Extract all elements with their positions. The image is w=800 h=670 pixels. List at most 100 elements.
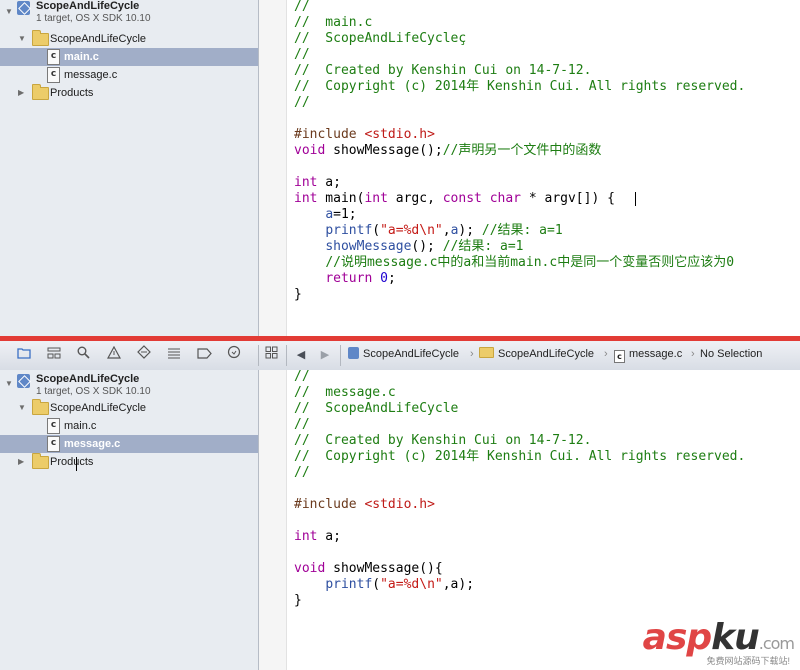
disclosure-right-icon[interactable]: ▶ (18, 453, 24, 471)
folder-icon[interactable] (15, 345, 33, 365)
code-token: printf (325, 577, 373, 592)
project-root-row[interactable]: ▼ ScopeAndLifeCycle 1 target, OS X SDK 1… (0, 0, 258, 30)
code-token: , (442, 223, 451, 238)
breadcrumb-selection[interactable]: No Selection (700, 341, 762, 370)
disclosure-down-icon[interactable]: ▼ (18, 30, 26, 48)
code-line[interactable]: // ScopeAndLifeCycle (294, 401, 745, 417)
warning-icon[interactable] (105, 345, 123, 365)
code-token: //结果: a=1 (442, 239, 524, 254)
code-line[interactable]: // (294, 417, 745, 433)
code-line[interactable]: int a; (294, 529, 745, 545)
forward-arrow-icon[interactable]: ▶ (316, 345, 334, 365)
code-line[interactable]: // Created by Kenshin Cui on 14-7-12. (294, 433, 745, 449)
file-row-message-c[interactable]: c message.c (0, 66, 258, 84)
list-icon[interactable] (165, 345, 183, 365)
code-token: // main.c (294, 15, 373, 30)
breadcrumb-project[interactable]: ScopeAndLifeCycle (348, 341, 459, 370)
hierarchy-icon[interactable] (45, 345, 63, 365)
code-line[interactable]: // ScopeAndLifeCycleç (294, 31, 745, 47)
code-line[interactable] (294, 111, 745, 127)
text-cursor (635, 192, 643, 206)
code-line[interactable]: #include <stdio.h> (294, 127, 745, 143)
code-line[interactable]: //说明message.c中的a和当前main.c中是同一个变量否则它应该为0 (294, 255, 745, 271)
toolbar-separator (258, 345, 259, 366)
code-token: int (364, 191, 388, 206)
code-token: } (294, 593, 302, 608)
code-line[interactable]: a=1; (294, 207, 745, 223)
search-icon[interactable] (74, 345, 92, 365)
file-label: main.c (64, 51, 99, 63)
code-line[interactable] (294, 513, 745, 529)
group-row[interactable]: ▼ ScopeAndLifeCycle (0, 30, 258, 48)
code-line[interactable]: // (294, 370, 745, 385)
code-line[interactable]: void showMessage(){ (294, 561, 745, 577)
code-token: // (294, 47, 310, 62)
folder-icon (32, 399, 49, 415)
code-line[interactable]: // main.c (294, 15, 745, 31)
code-editor[interactable]: //// main.c// ScopeAndLifeCycleç//// Cre… (287, 0, 800, 338)
related-items-icon[interactable] (262, 345, 280, 365)
code-line[interactable]: // (294, 465, 745, 481)
code-line[interactable]: void showMessage();//声明另一个文件中的函数 (294, 143, 745, 159)
products-row[interactable]: ▶ Products (0, 84, 258, 102)
code-line[interactable]: } (294, 593, 745, 609)
breadcrumb-group[interactable]: ScopeAndLifeCycle (479, 341, 594, 370)
breadcrumb-project-label: ScopeAndLifeCycle (363, 348, 460, 360)
watermark-tagline: 免费网站源码下载站! (706, 656, 790, 666)
folder-icon (32, 453, 49, 469)
code-line[interactable]: // Created by Kenshin Cui on 14-7-12. (294, 63, 745, 79)
file-row-message-c[interactable]: c message.c (0, 435, 258, 453)
code-token: //说明message.c中的a和当前main.c中是同一个变量否则它应该为0 (325, 255, 735, 270)
code-token: char (489, 191, 522, 206)
disclosure-down-icon[interactable]: ▼ (5, 375, 13, 393)
breadcrumb-chevron-icon: › (470, 348, 474, 360)
disclosure-down-icon[interactable]: ▼ (5, 3, 13, 21)
project-root-row[interactable]: ▼ ScopeAndLifeCycle 1 target, OS X SDK 1… (0, 370, 258, 400)
source-code[interactable]: //// message.c// ScopeAndLifeCycle//// C… (294, 370, 745, 609)
code-line[interactable]: // message.c (294, 385, 745, 401)
code-line[interactable]: // (294, 47, 745, 63)
disclosure-down-icon[interactable]: ▼ (18, 399, 26, 417)
code-line[interactable] (294, 481, 745, 497)
code-line[interactable]: // (294, 95, 745, 111)
code-line[interactable]: #include <stdio.h> (294, 497, 745, 513)
c-file-icon: c (47, 49, 60, 65)
code-line[interactable]: printf("a=%d\n",a); //结果: a=1 (294, 223, 745, 239)
code-line[interactable]: int a; (294, 175, 745, 191)
code-token: #include (294, 497, 365, 512)
code-token: // (294, 465, 310, 480)
project-icon (348, 347, 359, 359)
code-line[interactable] (294, 159, 745, 175)
code-line[interactable]: printf("a=%d\n",a); (294, 577, 745, 593)
group-row[interactable]: ▼ ScopeAndLifeCycle (0, 399, 258, 417)
code-line[interactable]: return 0; (294, 271, 745, 287)
products-row[interactable]: ▶ Products (0, 453, 258, 471)
code-line[interactable] (294, 545, 745, 561)
code-line[interactable]: } (294, 287, 745, 303)
c-file-icon: c (47, 67, 60, 83)
watermark-brand-ku: ku (711, 617, 760, 658)
code-line[interactable]: // (294, 0, 745, 15)
breadcrumb-group-label: ScopeAndLifeCycle (498, 348, 595, 360)
disclosure-right-icon[interactable]: ▶ (18, 84, 24, 102)
code-line[interactable]: // Copyright (c) 2014年 Kenshin Cui. All … (294, 449, 745, 465)
back-arrow-icon[interactable]: ◀ (292, 345, 310, 365)
code-line[interactable]: // Copyright (c) 2014年 Kenshin Cui. All … (294, 79, 745, 95)
code-token: // (294, 0, 310, 14)
file-row-main-c[interactable]: c main.c (0, 417, 258, 435)
tag-icon[interactable] (195, 345, 213, 365)
code-token: int (294, 175, 318, 190)
diamond-icon[interactable] (135, 345, 153, 365)
code-token: void (294, 561, 326, 576)
code-line[interactable]: int main(int argc, const char * argv[]) … (294, 191, 745, 207)
chat-icon[interactable] (225, 345, 243, 365)
source-code[interactable]: //// main.c// ScopeAndLifeCycleç//// Cre… (294, 0, 745, 303)
code-token: "a=%d\n" (380, 577, 443, 592)
code-token: ); (458, 223, 482, 238)
file-row-main-c[interactable]: c main.c (0, 48, 258, 66)
code-line[interactable]: showMessage(); //结果: a=1 (294, 239, 745, 255)
breadcrumb-file[interactable]: c message.c (614, 341, 682, 370)
